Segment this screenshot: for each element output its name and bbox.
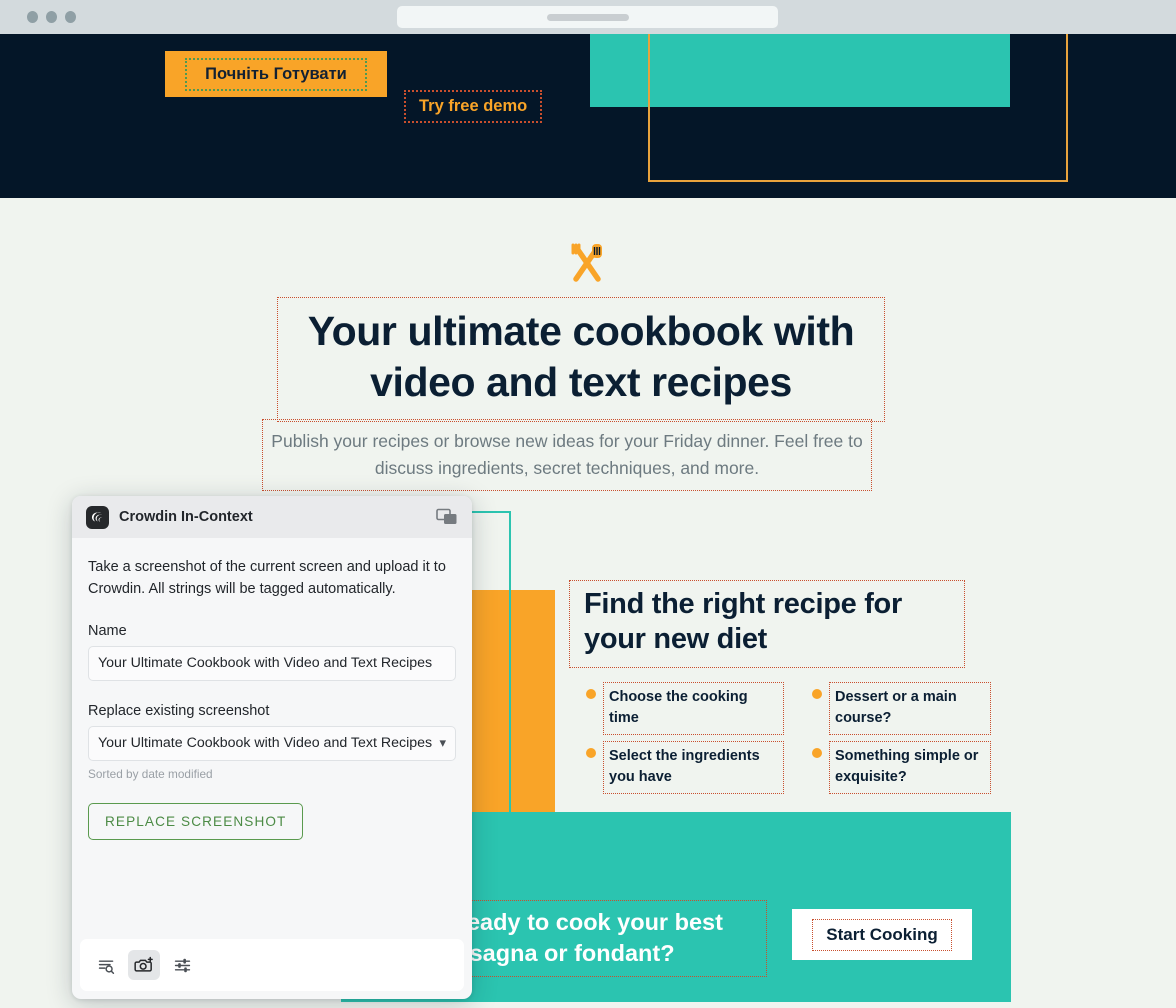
name-field-label: Name (88, 622, 127, 639)
camera-screenshot-icon[interactable] (128, 950, 160, 980)
bullet-icon (586, 748, 596, 758)
find-recipe-heading: Find the right recipe for your new diet (569, 580, 965, 668)
cta-headline: Ready to cook your best lasagna or fonda… (441, 900, 767, 978)
browser-chrome (0, 0, 1176, 34)
page-title: Your ultimate cookbook with video and te… (277, 297, 885, 422)
web-page-canvas: Почніть Готувати Try free demo Your ulti… (0, 34, 1176, 1008)
address-bar[interactable] (397, 6, 778, 28)
replace-screenshot-label: Replace existing screenshot (88, 702, 270, 719)
dialog-description: Take a screenshot of the current screen … (88, 559, 446, 598)
feature-item: Dessert or a main course? (812, 682, 1002, 736)
sorted-by-note: Sorted by date modified (88, 766, 213, 781)
feature-label: Dessert or a main course? (829, 682, 991, 736)
start-cooking-primary-button[interactable]: Почніть Готувати (165, 51, 387, 97)
crowdin-logo-icon (86, 505, 109, 529)
restore-window-icon[interactable] (436, 508, 458, 526)
crossed-fork-and-spatula-icon (563, 239, 611, 287)
try-free-demo-button[interactable]: Try free demo (404, 90, 543, 123)
dialog-toolbar (80, 939, 464, 991)
feature-label: Select the ingredients you have (603, 741, 784, 795)
feature-item: Something simple or exquisite? (812, 741, 1002, 795)
maximize-window-button[interactable] (65, 11, 76, 23)
hero-primary-button-label: Почніть Готувати (185, 57, 367, 91)
start-cooking-button-label: Start Cooking (812, 918, 952, 951)
traffic-lights (27, 11, 76, 23)
replace-screenshot-button[interactable]: REPLACE SCREENSHOT (88, 802, 304, 840)
replace-screenshot-selected-value: Your Ultimate Cookbook with Video and Te… (98, 735, 433, 752)
crowdin-in-context-dialog: Crowdin In-Context Take a screenshot of … (72, 496, 472, 999)
name-input[interactable]: Your Ultimate Cookbook with Video and Te… (88, 645, 456, 681)
feature-item: Select the ingredients you have (586, 741, 791, 795)
address-placeholder-pill (547, 14, 629, 21)
dialog-body: Take a screenshot of the current screen … (72, 538, 472, 939)
bullet-icon (812, 689, 822, 699)
minimize-window-button[interactable] (46, 11, 57, 23)
search-strings-icon[interactable] (90, 950, 122, 980)
close-window-button[interactable] (27, 11, 38, 23)
chevron-down-icon: ▾ (439, 735, 446, 751)
bullet-icon (812, 748, 822, 758)
hero-secondary-button-label: Try free demo (419, 97, 528, 115)
feature-label: Choose the cooking time (603, 682, 784, 736)
hero-outline-frame (648, 34, 1068, 182)
settings-sliders-icon[interactable] (166, 950, 198, 980)
feature-label: Something simple or exquisite? (829, 741, 991, 795)
page-subtitle: Publish your recipes or browse new ideas… (262, 419, 872, 492)
dialog-header: Crowdin In-Context (72, 496, 472, 538)
bullet-icon (586, 689, 596, 699)
replace-screenshot-select[interactable]: Your Ultimate Cookbook with Video and Te… (88, 725, 456, 761)
start-cooking-button[interactable]: Start Cooking (792, 909, 972, 960)
feature-item: Choose the cooking time (586, 682, 791, 736)
dialog-title: Crowdin In-Context (119, 509, 253, 525)
hero-section: Почніть Готувати Try free demo (0, 34, 1176, 198)
